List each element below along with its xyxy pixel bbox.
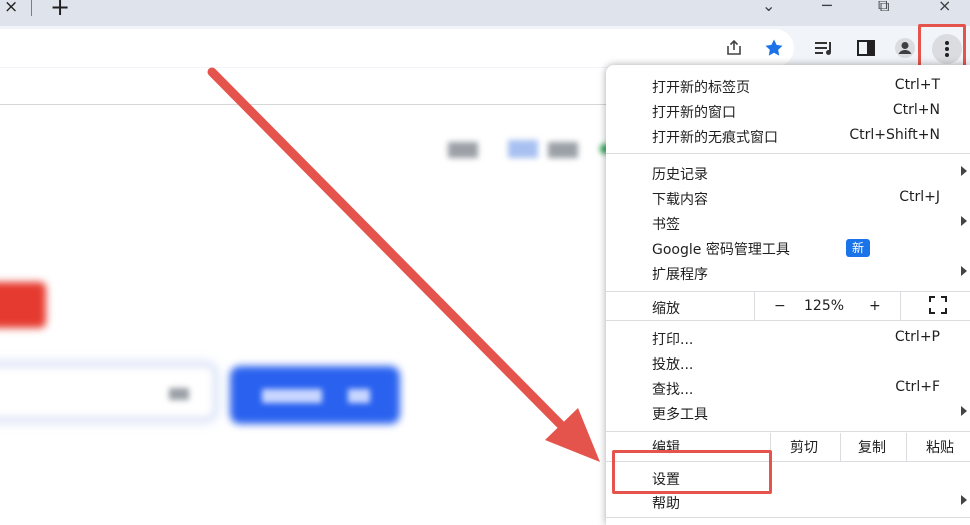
annotation-arrow-icon — [207, 67, 600, 462]
